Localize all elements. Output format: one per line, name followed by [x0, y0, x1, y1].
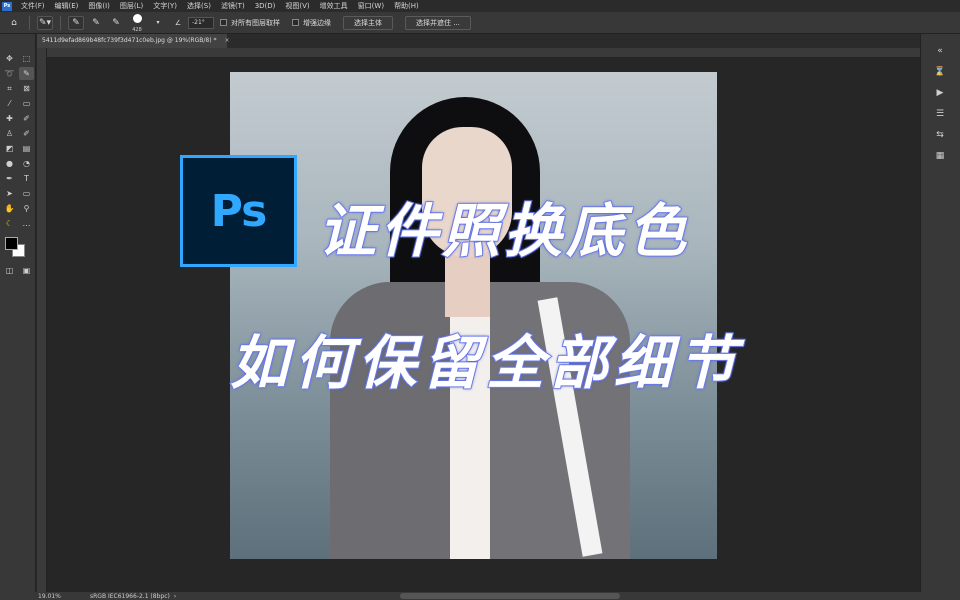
- banana-icon[interactable]: ☾: [2, 217, 17, 230]
- panel-icons: « ⌛ ▶ ☰ ⇆ ▦: [928, 44, 952, 170]
- close-icon[interactable]: ×: [224, 34, 229, 48]
- subtract-selection-brush-icon[interactable]: ✎: [108, 16, 124, 30]
- menu-layer[interactable]: 图层(L): [115, 1, 148, 11]
- menu-edit[interactable]: 编辑(E): [50, 1, 84, 11]
- menu-3d[interactable]: 3D(D): [250, 2, 281, 10]
- healing-brush-tool-icon[interactable]: ✚: [2, 112, 17, 125]
- lasso-tool-icon[interactable]: ➰: [2, 67, 17, 80]
- hand-tool-icon[interactable]: ✋: [2, 202, 17, 215]
- quick-mask-icon[interactable]: ◫: [2, 264, 17, 277]
- enhance-edge-option[interactable]: 增强边缘: [292, 18, 331, 28]
- menu-select[interactable]: 选择(S): [182, 1, 216, 11]
- menu-filter[interactable]: 滤镜(T): [216, 1, 250, 11]
- frame-tool-icon[interactable]: ⊠: [19, 82, 34, 95]
- menu-help[interactable]: 帮助(H): [389, 1, 424, 11]
- horizontal-scrollbar-thumb[interactable]: [400, 593, 620, 599]
- home-icon[interactable]: ⌂: [6, 16, 22, 30]
- history-brush-tool-icon[interactable]: ✐: [19, 127, 34, 140]
- color-swatches[interactable]: [0, 234, 35, 262]
- new-selection-brush-icon[interactable]: ✎: [68, 15, 84, 30]
- menu-type[interactable]: 文字(Y): [148, 1, 182, 11]
- angle-input[interactable]: -21°: [188, 16, 214, 29]
- menu-view[interactable]: 视图(V): [280, 1, 314, 11]
- blur-tool-icon[interactable]: ●: [2, 157, 17, 170]
- history-panel-icon[interactable]: ⌛: [931, 65, 949, 79]
- angle-icon: ∠: [174, 18, 182, 27]
- menu-window[interactable]: 窗口(W): [353, 1, 389, 11]
- brush-size-picker[interactable]: 428: [128, 13, 146, 33]
- ruler-horizontal[interactable]: [47, 48, 920, 58]
- collapse-panels-icon[interactable]: «: [931, 44, 949, 58]
- divider: [29, 15, 30, 30]
- marquee-tool-icon[interactable]: ⬚: [19, 52, 34, 65]
- libraries-panel-icon[interactable]: ▦: [931, 149, 949, 163]
- add-selection-brush-icon[interactable]: ✎: [88, 16, 104, 30]
- move-tool-icon[interactable]: ✥: [2, 52, 17, 65]
- tools-panel: ✥ ⬚ ➰ ✎ ⌗ ⊠ ⁄ ▭ ✚ ✐ ♙ ✐ ◩ ▤ ● ◔ ✒ T ➤ ▭ …: [0, 34, 36, 594]
- options-bar: ⌂ ✎▾ ✎ ✎ ✎ 428 ▾ ∠ -21° 对所有图层取样 增强边缘 选择主…: [0, 12, 960, 34]
- status-arrow-icon[interactable]: ›: [174, 593, 176, 600]
- clone-stamp-tool-icon[interactable]: ♙: [2, 127, 17, 140]
- menu-plugins[interactable]: 增效工具: [315, 1, 353, 11]
- document-tab-bar: 5411d9efad869b48fc739f3d471c0eb.jpg @ 19…: [37, 34, 920, 48]
- enhance-edge-label: 增强边缘: [303, 18, 331, 27]
- document-tab-title: 5411d9efad869b48fc739f3d471c0eb.jpg @ 19…: [42, 37, 217, 44]
- adjustments-panel-icon[interactable]: ⇆: [931, 128, 949, 142]
- document-tab[interactable]: 5411d9efad869b48fc739f3d471c0eb.jpg @ 19…: [37, 34, 230, 48]
- path-selection-tool-icon[interactable]: ➤: [2, 187, 17, 200]
- photoshop-badge-icon: Ps: [180, 155, 297, 267]
- menu-bar: Ps 文件(F) 编辑(E) 图像(I) 图层(L) 文字(Y) 选择(S) 滤…: [0, 0, 960, 12]
- divider: [60, 15, 61, 30]
- menu-image[interactable]: 图像(I): [83, 1, 115, 11]
- pen-tool-icon[interactable]: ✒: [2, 172, 17, 185]
- sample-all-layers-label: 对所有图层取样: [231, 18, 280, 27]
- brush-size-value: 428: [132, 26, 142, 33]
- dodge-tool-icon[interactable]: ◔: [19, 157, 34, 170]
- eyedropper-tool-icon[interactable]: ⁄: [2, 97, 17, 110]
- brush-tool-icon[interactable]: ✐: [19, 112, 34, 125]
- type-tool-icon[interactable]: T: [19, 172, 34, 185]
- brush-preview-icon: [132, 13, 142, 23]
- color-profile: sRGB IEC61966-2.1 (8bpc): [90, 592, 170, 600]
- rectangle-tool-icon[interactable]: ▭: [19, 187, 34, 200]
- status-bar: 19.01% sRGB IEC61966-2.1 (8bpc) ›: [0, 592, 960, 600]
- ruler-vertical[interactable]: [37, 48, 47, 592]
- photoshop-badge-text: Ps: [210, 185, 268, 237]
- quick-selection-tool-icon[interactable]: ✎: [19, 67, 34, 80]
- actions-panel-icon[interactable]: ▶: [931, 86, 949, 100]
- select-subject-button[interactable]: 选择主体: [343, 15, 393, 30]
- gradient-tool-icon[interactable]: ▤: [19, 142, 34, 155]
- chevron-down-icon[interactable]: ▾: [150, 16, 166, 30]
- photoshop-logo-icon[interactable]: Ps: [2, 1, 12, 11]
- enhance-edge-checkbox[interactable]: [292, 19, 299, 26]
- overlay-subtitle: 如何保留全部细节: [229, 328, 743, 398]
- foreground-color-swatch[interactable]: [5, 237, 18, 250]
- properties-panel-icon[interactable]: ☰: [931, 107, 949, 121]
- tool-preset-picker-button[interactable]: ✎▾: [37, 15, 53, 30]
- menu-file[interactable]: 文件(F): [16, 1, 50, 11]
- measure-tool-icon[interactable]: ▭: [19, 97, 34, 110]
- eraser-tool-icon[interactable]: ◩: [2, 142, 17, 155]
- zoom-tool-icon[interactable]: ⚲: [19, 202, 34, 215]
- overlay-title: 证件照换底色: [317, 196, 691, 266]
- sample-all-layers-checkbox[interactable]: [220, 19, 227, 26]
- sample-all-layers-option[interactable]: 对所有图层取样: [220, 18, 280, 28]
- screen-mode-icon[interactable]: ▣: [19, 264, 34, 277]
- more-tools-icon[interactable]: …: [19, 217, 34, 230]
- select-and-mask-button[interactable]: 选择并遮住 ...: [405, 15, 471, 30]
- zoom-level[interactable]: 19.01%: [0, 593, 90, 600]
- crop-tool-icon[interactable]: ⌗: [2, 82, 17, 95]
